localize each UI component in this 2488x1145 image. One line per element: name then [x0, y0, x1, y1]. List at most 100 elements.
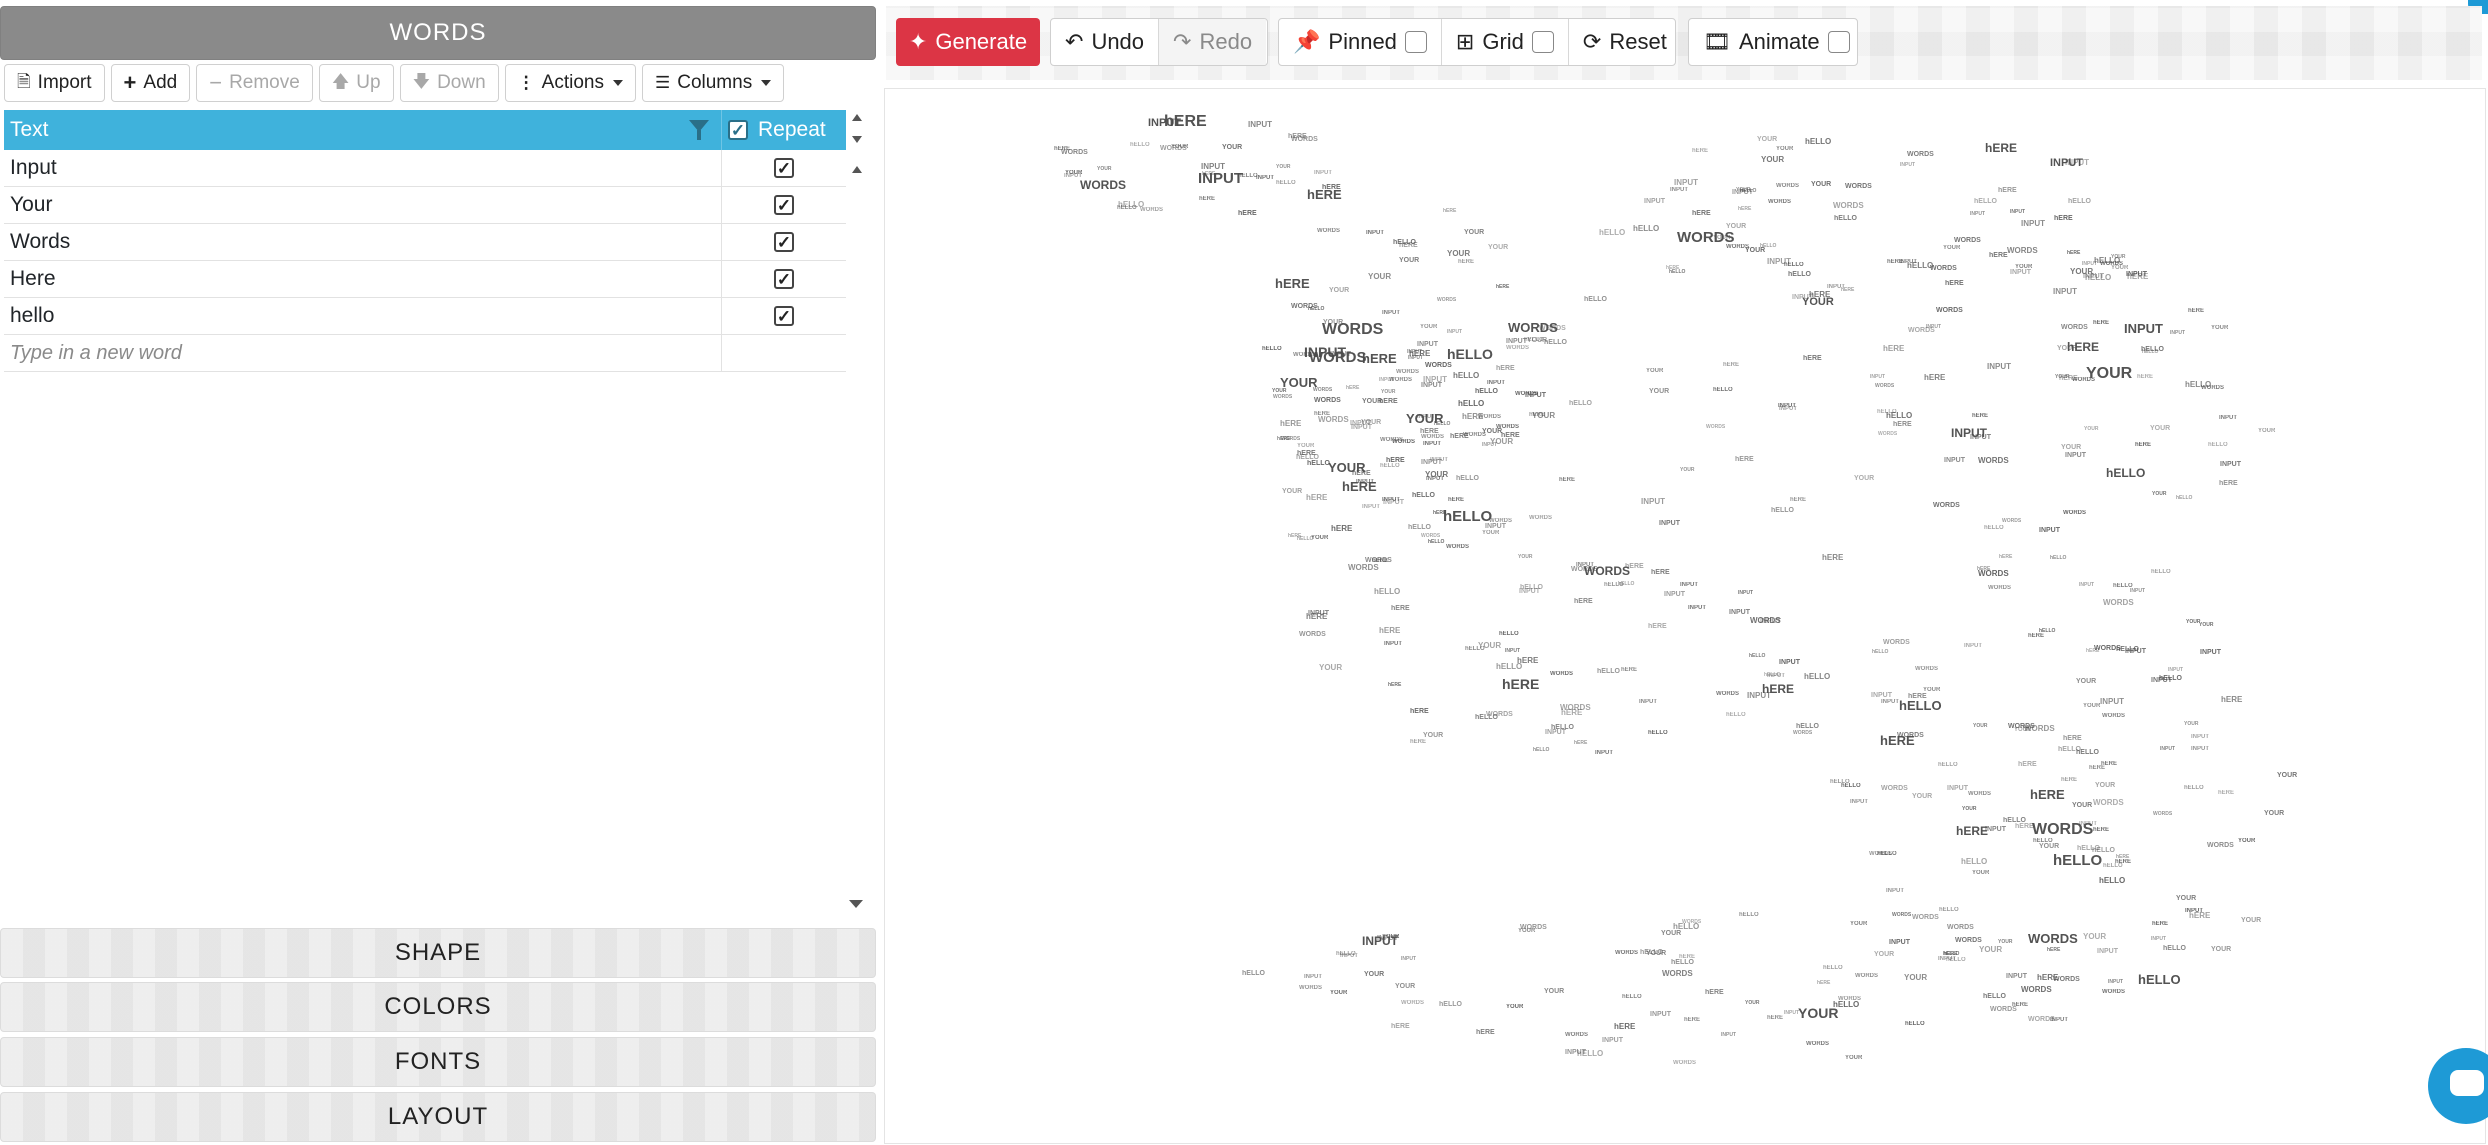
cloud-word: YOUR [2111, 254, 2126, 260]
cloud-word: INPUT [2010, 269, 2032, 276]
cloud-word: WORDS [1682, 919, 1702, 925]
cloud-word: WORDS [1875, 383, 1895, 389]
cloud-word: INPUT [2151, 677, 2173, 684]
words-section-header[interactable]: WORDS [0, 6, 876, 60]
cloud-word: YOUR [1311, 535, 1329, 541]
cloud-word: WORDS [1437, 297, 1457, 303]
actions-dropdown[interactable]: ⋮ Actions [504, 64, 636, 102]
cloud-word: hELLO [1877, 409, 1897, 415]
cloud-word: YOUR [1532, 411, 1555, 420]
cloud-word: YOUR [2039, 843, 2059, 850]
columns-dropdown[interactable]: ☰ Columns [641, 64, 785, 102]
scroll-up-icon[interactable] [852, 114, 862, 121]
repeat-checkbox[interactable]: ✓ [774, 232, 794, 252]
redo-button[interactable]: ↷ Redo [1159, 19, 1267, 65]
text-column-header[interactable]: Text [4, 110, 722, 150]
cloud-word: hERE [2067, 250, 2081, 256]
table-row[interactable]: Your ✓ [4, 187, 846, 224]
sliders-icon: ☰ [654, 73, 671, 92]
cloud-word: INPUT [1938, 956, 1956, 962]
repeat-all-checkbox[interactable]: ✓ [728, 120, 748, 140]
cloud-word: hERE [2028, 633, 2044, 639]
cloud-word: INPUT [1401, 956, 1416, 962]
cloud-word: hERE [1275, 276, 1310, 291]
undo-button[interactable]: ↶ Undo [1051, 19, 1160, 65]
grid-checkbox[interactable] [1531, 31, 1554, 53]
word-text-cell[interactable]: Here [4, 261, 722, 297]
repeat-checkbox[interactable]: ✓ [774, 306, 794, 326]
repeat-checkbox[interactable]: ✓ [774, 269, 794, 289]
animate-toggle[interactable]: 🎞 Animate [1689, 19, 1857, 65]
animate-checkbox[interactable] [1827, 31, 1850, 53]
import-button[interactable]: 🗎 Import [4, 64, 105, 102]
grid-scrollbar[interactable] [849, 110, 864, 910]
cloud-word: hELLO [1380, 463, 1400, 469]
cloud-word: hELLO [1412, 492, 1435, 499]
cloud-word: INPUT [1747, 691, 1771, 700]
new-word-input[interactable]: Type in a new word [4, 335, 722, 371]
repeat-checkbox[interactable]: ✓ [774, 195, 794, 215]
cloud-word: hELLO [2068, 198, 2091, 205]
cloud-word: WORDS [1878, 431, 1898, 437]
remove-button[interactable]: − Remove [196, 64, 313, 102]
repeat-checkbox[interactable]: ✓ [774, 158, 794, 178]
cloud-word: YOUR [1482, 530, 1500, 536]
cloud-word: WORDS [1401, 1000, 1424, 1006]
table-row[interactable]: Input ✓ [4, 150, 846, 187]
table-row[interactable]: Here ✓ [4, 261, 846, 298]
cloud-word: YOUR [1488, 244, 1508, 251]
word-text-cell[interactable]: Input [4, 150, 722, 186]
table-row[interactable]: hello ✓ [4, 298, 846, 335]
cloud-word: hERE [1614, 1022, 1636, 1031]
reset-button[interactable]: ⟳ Reset [1569, 19, 1675, 65]
cloud-word: YOUR [2152, 491, 2167, 497]
cloud-word: INPUT [2021, 219, 2045, 228]
down-button[interactable]: 🡇 Down [399, 64, 499, 102]
grid-toggle[interactable]: ⊞ Grid [1442, 19, 1569, 65]
cloud-word: INPUT [2050, 1017, 2068, 1023]
pinned-toggle[interactable]: 📌 Pinned [1279, 19, 1442, 65]
table-row[interactable]: Words ✓ [4, 224, 846, 261]
generate-button[interactable]: ✦ Generate [896, 18, 1040, 66]
word-text-cell[interactable]: Words [4, 224, 722, 260]
cloud-word: hERE [2063, 735, 2082, 742]
cloud-word: hERE [1692, 148, 1708, 154]
cloud-word: INPUT [1350, 420, 1372, 427]
cloud-word: INPUT [2083, 273, 2105, 280]
filter-icon[interactable] [689, 120, 709, 140]
scroll-down-icon[interactable] [852, 136, 862, 143]
cloud-word: WORDS [2207, 842, 2234, 849]
add-button[interactable]: + Add [110, 64, 191, 102]
cloud-word: YOUR [1943, 245, 1961, 251]
up-button[interactable]: 🡅 Up [318, 64, 394, 102]
cloud-word: YOUR [2076, 678, 2096, 685]
word-cloud-canvas[interactable]: WORDS hERE INPUT hELLO WORDS YOUR YOUR YOUR YOUR… [884, 88, 2486, 1144]
cloud-word: INPUT [2065, 452, 2087, 459]
cloud-word: hERE [1306, 493, 1328, 502]
scroll-up-icon[interactable] [852, 166, 862, 173]
cloud-word: YOUR [1420, 324, 1438, 330]
new-word-row[interactable]: Type in a new word [4, 335, 846, 372]
cloud-word: INPUT [1881, 699, 1899, 705]
cloud-word: YOUR [2238, 838, 2256, 844]
word-text-cell[interactable]: Your [4, 187, 722, 223]
pinned-checkbox[interactable] [1404, 31, 1427, 53]
scroll-down-icon[interactable] [849, 900, 863, 908]
cloud-word: WORDS [1776, 183, 1799, 189]
cloud-word: hELLO [1877, 851, 1897, 857]
cloud-word: hERE [1956, 824, 1988, 838]
word-text-cell[interactable]: hello [4, 298, 722, 334]
cloud-word: hELLO [1599, 228, 1625, 237]
animate-label: Animate [1738, 29, 1820, 54]
cloud-word: YOUR [1745, 247, 1765, 254]
cloud-word: WORDS [1954, 237, 1981, 244]
chevron-down-icon [612, 80, 623, 86]
cloud-word: WORDS [1673, 1060, 1696, 1066]
colors-section-header[interactable]: COLORS [0, 982, 876, 1032]
layout-section-header[interactable]: LAYOUT [0, 1092, 876, 1142]
fonts-section-header[interactable]: FONTS [0, 1037, 876, 1087]
cloud-word: WORDS [2093, 798, 2124, 807]
repeat-column-header[interactable]: ✓ Repeat [722, 110, 846, 150]
cloud-word: WORDS [1421, 434, 1444, 440]
shape-section-header[interactable]: SHAPE [0, 928, 876, 978]
